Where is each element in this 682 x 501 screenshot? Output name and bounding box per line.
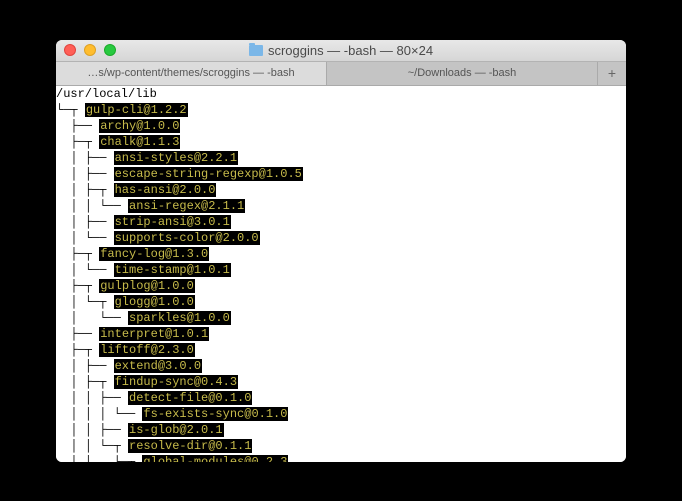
tree-prefix: │ └─┬ [56, 295, 114, 309]
package-label: fancy-log@1.3.0 [99, 247, 209, 261]
tree-prefix: │ ├── [56, 359, 114, 373]
tree-prefix: │ ├── [56, 151, 114, 165]
traffic-lights [56, 44, 116, 56]
tree-prefix: ├─┬ [56, 343, 99, 357]
tree-line: │ │ └─┬ global-modules@0.2.3 [56, 454, 626, 462]
folder-icon [249, 45, 263, 56]
tree-line: │ └─┬ glogg@1.0.0 [56, 294, 626, 310]
tabbar: …s/wp-content/themes/scroggins — -bash ~… [56, 62, 626, 86]
tree-line: └─┬ gulp-cli@1.2.2 [56, 102, 626, 118]
package-label: fs-exists-sync@0.1.0 [142, 407, 288, 421]
tree-prefix: │ │ │ └── [56, 407, 142, 421]
package-label: gulplog@1.0.0 [99, 279, 195, 293]
tree-line: │ └── time-stamp@1.0.1 [56, 262, 626, 278]
tree-prefix: │ ├── [56, 215, 114, 229]
titlebar[interactable]: scroggins — -bash — 80×24 [56, 40, 626, 62]
close-button[interactable] [64, 44, 76, 56]
tree-line: │ │ ├── detect-file@0.1.0 [56, 390, 626, 406]
tree-line: ├── interpret@1.0.1 [56, 326, 626, 342]
tree-line: │ ├── extend@3.0.0 [56, 358, 626, 374]
tree-prefix: │ ├─┬ [56, 183, 114, 197]
tree-line: │ │ ├── is-glob@2.0.1 [56, 422, 626, 438]
package-label: has-ansi@2.0.0 [114, 183, 217, 197]
tree-prefix: │ │ └─┬ [56, 439, 128, 453]
package-label: sparkles@1.0.0 [128, 311, 231, 325]
package-label: gulp-cli@1.2.2 [85, 103, 188, 117]
tree-prefix: │ ├── [56, 167, 114, 181]
tree-prefix: ├── [56, 119, 99, 133]
package-label: glogg@1.0.0 [114, 295, 195, 309]
window-title-text: scroggins — -bash — 80×24 [268, 43, 433, 58]
tree-line: │ ├── escape-string-regexp@1.0.5 [56, 166, 626, 182]
tree-prefix: │ │ ├── [56, 423, 128, 437]
package-label: chalk@1.1.3 [99, 135, 180, 149]
tree-line: ├─┬ fancy-log@1.3.0 [56, 246, 626, 262]
window-title: scroggins — -bash — 80×24 [56, 43, 626, 58]
tree-line: ├─┬ chalk@1.1.3 [56, 134, 626, 150]
tab-downloads[interactable]: ~/Downloads — -bash [327, 62, 598, 85]
tab-active[interactable]: …s/wp-content/themes/scroggins — -bash [56, 62, 327, 85]
package-label: liftoff@2.3.0 [99, 343, 195, 357]
tree-prefix: ├─┬ [56, 279, 99, 293]
tree-line: │ ├─┬ findup-sync@0.4.3 [56, 374, 626, 390]
terminal-content: /usr/local/lib └─┬ gulp-cli@1.2.2 ├── ar… [56, 86, 626, 462]
tree-prefix: ├─┬ [56, 247, 99, 261]
tree-prefix: │ ├─┬ [56, 375, 114, 389]
tree-line: ├─┬ liftoff@2.3.0 [56, 342, 626, 358]
maximize-button[interactable] [104, 44, 116, 56]
tree-line: │ └── supports-color@2.0.0 [56, 230, 626, 246]
terminal-viewport[interactable]: /usr/local/lib └─┬ gulp-cli@1.2.2 ├── ar… [56, 86, 626, 462]
tree-line: │ ├── strip-ansi@3.0.1 [56, 214, 626, 230]
package-label: time-stamp@1.0.1 [114, 263, 231, 277]
package-label: archy@1.0.0 [99, 119, 180, 133]
root-path: /usr/local/lib [56, 86, 626, 102]
package-label: global-modules@0.2.3 [142, 455, 288, 462]
tree-prefix: │ └── [56, 311, 128, 325]
package-label: is-glob@2.0.1 [128, 423, 224, 437]
package-label: strip-ansi@3.0.1 [114, 215, 231, 229]
package-label: findup-sync@0.4.3 [114, 375, 238, 389]
tree-prefix: │ └── [56, 263, 114, 277]
package-label: extend@3.0.0 [114, 359, 202, 373]
package-label: detect-file@0.1.0 [128, 391, 252, 405]
minimize-button[interactable] [84, 44, 96, 56]
tree-line: │ ├── ansi-styles@2.2.1 [56, 150, 626, 166]
tree-line: │ │ └─┬ resolve-dir@0.1.1 [56, 438, 626, 454]
tree-line: ├─┬ gulplog@1.0.0 [56, 278, 626, 294]
tree-prefix: │ │ └── [56, 199, 128, 213]
package-label: supports-color@2.0.0 [114, 231, 260, 245]
tree-prefix: │ └── [56, 231, 114, 245]
package-label: interpret@1.0.1 [99, 327, 209, 341]
tree-prefix: │ │ └─┬ [56, 455, 142, 462]
tree-prefix: ├── [56, 327, 99, 341]
package-label: ansi-styles@2.2.1 [114, 151, 238, 165]
tree-line: │ ├─┬ has-ansi@2.0.0 [56, 182, 626, 198]
terminal-window: scroggins — -bash — 80×24 …s/wp-content/… [56, 40, 626, 462]
package-label: escape-string-regexp@1.0.5 [114, 167, 303, 181]
tree-line: │ │ └── ansi-regex@2.1.1 [56, 198, 626, 214]
tab-add-button[interactable]: + [598, 62, 626, 85]
tree-prefix: │ │ ├── [56, 391, 128, 405]
package-label: ansi-regex@2.1.1 [128, 199, 245, 213]
tree-line: ├── archy@1.0.0 [56, 118, 626, 134]
tree-line: │ └── sparkles@1.0.0 [56, 310, 626, 326]
tree-prefix: └─┬ [56, 103, 85, 117]
tree-line: │ │ │ └── fs-exists-sync@0.1.0 [56, 406, 626, 422]
tree-prefix: ├─┬ [56, 135, 99, 149]
package-label: resolve-dir@0.1.1 [128, 439, 252, 453]
